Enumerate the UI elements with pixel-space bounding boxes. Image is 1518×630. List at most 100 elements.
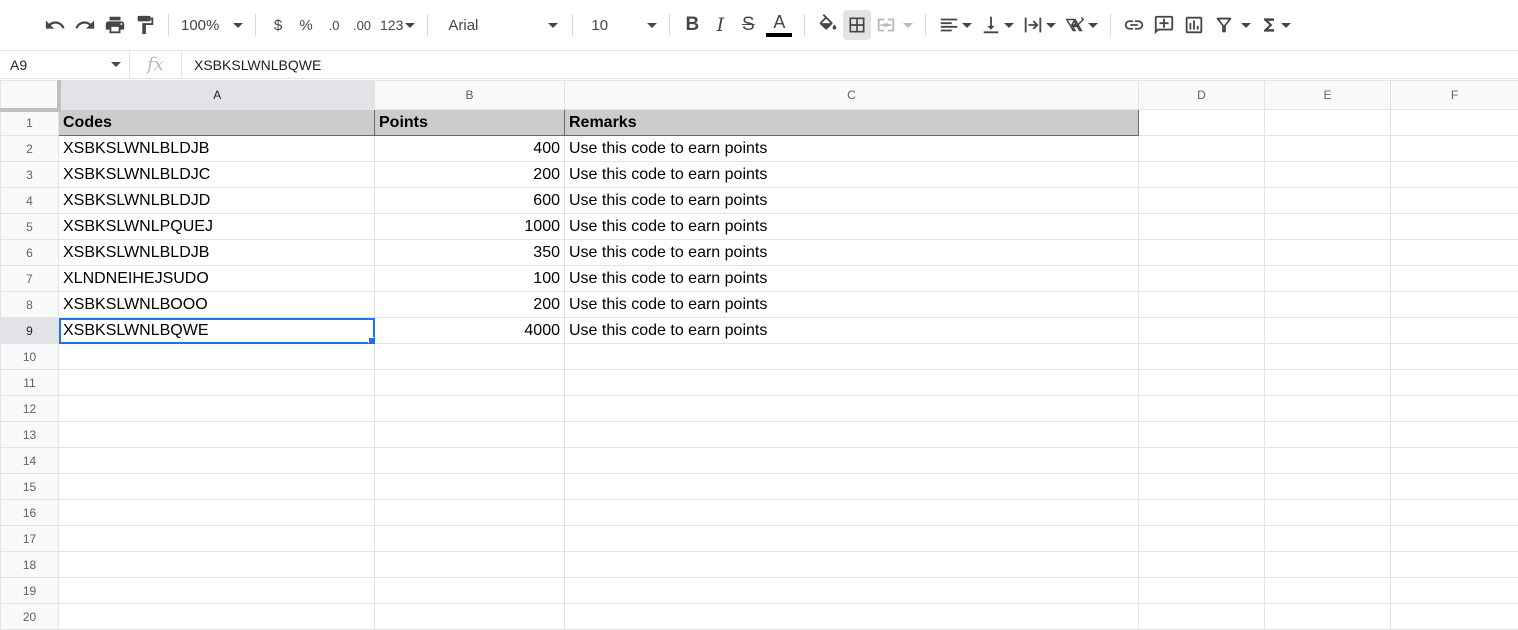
points-cell[interactable]: 200 bbox=[375, 162, 565, 188]
cell[interactable] bbox=[59, 422, 375, 448]
row-header[interactable]: 5 bbox=[1, 214, 59, 240]
cell[interactable] bbox=[1265, 370, 1391, 396]
cell[interactable] bbox=[375, 370, 565, 396]
code-cell[interactable]: XLNDNEIHEJSUDO bbox=[59, 266, 375, 292]
column-header-c[interactable]: C bbox=[565, 81, 1139, 110]
cell[interactable] bbox=[375, 552, 565, 578]
cell[interactable] bbox=[1265, 188, 1391, 214]
cell[interactable] bbox=[1391, 578, 1518, 604]
row-header[interactable]: 6 bbox=[1, 240, 59, 266]
cell[interactable] bbox=[59, 578, 375, 604]
cell[interactable] bbox=[565, 526, 1139, 552]
merge-cells-button[interactable] bbox=[871, 10, 917, 40]
cell[interactable] bbox=[1265, 240, 1391, 266]
cell[interactable] bbox=[565, 474, 1139, 500]
decrease-decimal-button[interactable]: .0 bbox=[320, 10, 348, 40]
code-cell[interactable]: XSBKSLWNLBLDJB bbox=[59, 240, 375, 266]
cell[interactable] bbox=[1139, 110, 1265, 136]
column-header-e[interactable]: E bbox=[1265, 81, 1391, 110]
cell[interactable] bbox=[565, 578, 1139, 604]
code-cell[interactable]: XSBKSLWNLBLDJD bbox=[59, 188, 375, 214]
cell[interactable] bbox=[1391, 214, 1518, 240]
cell[interactable] bbox=[375, 344, 565, 370]
column-header-b[interactable]: B bbox=[375, 81, 565, 110]
cell[interactable] bbox=[565, 422, 1139, 448]
fill-color-button[interactable] bbox=[813, 10, 843, 40]
undo-button[interactable] bbox=[40, 10, 70, 40]
cell[interactable] bbox=[1391, 526, 1518, 552]
points-cell[interactable]: 400 bbox=[375, 136, 565, 162]
cell[interactable] bbox=[1265, 396, 1391, 422]
column-header-a[interactable]: A bbox=[59, 81, 375, 110]
cell[interactable] bbox=[1391, 396, 1518, 422]
code-cell[interactable]: XSBKSLWNLPQUEJ bbox=[59, 214, 375, 240]
cell[interactable] bbox=[1391, 110, 1518, 136]
cell[interactable] bbox=[1139, 240, 1265, 266]
points-cell[interactable]: 200 bbox=[375, 292, 565, 318]
borders-button[interactable] bbox=[843, 10, 871, 40]
cell[interactable] bbox=[59, 526, 375, 552]
row-header[interactable]: 3 bbox=[1, 162, 59, 188]
cell[interactable] bbox=[1265, 292, 1391, 318]
cell[interactable] bbox=[1391, 500, 1518, 526]
row-header[interactable]: 19 bbox=[1, 578, 59, 604]
code-cell[interactable]: XSBKSLWNLBOOO bbox=[59, 292, 375, 318]
cell[interactable] bbox=[1265, 136, 1391, 162]
paint-format-button[interactable] bbox=[130, 10, 160, 40]
insert-comment-button[interactable] bbox=[1149, 10, 1179, 40]
row-header[interactable]: 7 bbox=[1, 266, 59, 292]
zoom-select[interactable]: 100% bbox=[177, 10, 247, 40]
cell[interactable] bbox=[1139, 344, 1265, 370]
cell[interactable] bbox=[59, 344, 375, 370]
points-cell[interactable]: 4000 bbox=[375, 318, 565, 344]
points-cell[interactable]: 100 bbox=[375, 266, 565, 292]
cell[interactable] bbox=[1391, 344, 1518, 370]
remarks-cell[interactable]: Use this code to earn points bbox=[565, 318, 1139, 344]
horizontal-align-button[interactable] bbox=[934, 10, 976, 40]
cell[interactable] bbox=[375, 604, 565, 630]
row-header[interactable]: 13 bbox=[1, 422, 59, 448]
cell[interactable] bbox=[1265, 214, 1391, 240]
cell[interactable] bbox=[565, 344, 1139, 370]
text-rotation-button[interactable] bbox=[1060, 10, 1102, 40]
cell[interactable] bbox=[1391, 240, 1518, 266]
functions-button[interactable] bbox=[1255, 10, 1295, 40]
cell[interactable] bbox=[1265, 422, 1391, 448]
cell[interactable] bbox=[1265, 318, 1391, 344]
select-all-corner[interactable] bbox=[1, 81, 59, 110]
cell[interactable] bbox=[375, 422, 565, 448]
row-header[interactable]: 1 bbox=[1, 110, 59, 136]
row-header[interactable]: 17 bbox=[1, 526, 59, 552]
formula-input[interactable]: XSBKSLWNLBQWE bbox=[182, 57, 321, 73]
cell[interactable] bbox=[1391, 162, 1518, 188]
remarks-cell[interactable]: Use this code to earn points bbox=[565, 292, 1139, 318]
cell[interactable] bbox=[1391, 370, 1518, 396]
more-formats-select[interactable]: 123 bbox=[376, 10, 419, 40]
cell[interactable] bbox=[375, 474, 565, 500]
points-cell[interactable]: 350 bbox=[375, 240, 565, 266]
row-header[interactable]: 11 bbox=[1, 370, 59, 396]
cell[interactable] bbox=[1391, 474, 1518, 500]
cell[interactable] bbox=[59, 396, 375, 422]
cell[interactable] bbox=[1265, 604, 1391, 630]
percent-format-button[interactable]: % bbox=[292, 10, 320, 40]
italic-button[interactable]: I bbox=[706, 10, 734, 40]
cell[interactable] bbox=[1391, 292, 1518, 318]
cell[interactable] bbox=[1265, 578, 1391, 604]
cell[interactable] bbox=[1139, 214, 1265, 240]
cell[interactable] bbox=[565, 396, 1139, 422]
row-header[interactable]: 12 bbox=[1, 396, 59, 422]
cell[interactable] bbox=[375, 448, 565, 474]
cell[interactable] bbox=[1265, 448, 1391, 474]
cell[interactable] bbox=[1391, 422, 1518, 448]
cell[interactable] bbox=[375, 396, 565, 422]
cell[interactable] bbox=[59, 448, 375, 474]
cell[interactable] bbox=[1139, 188, 1265, 214]
remarks-cell[interactable]: Use this code to earn points bbox=[565, 214, 1139, 240]
code-cell[interactable]: XSBKSLWNLBLDJB bbox=[59, 136, 375, 162]
cell[interactable] bbox=[565, 370, 1139, 396]
bold-button[interactable]: B bbox=[678, 10, 706, 40]
row-header[interactable]: 4 bbox=[1, 188, 59, 214]
cell-a1[interactable]: Codes bbox=[59, 110, 375, 136]
font-family-select[interactable]: Arial bbox=[436, 10, 564, 40]
